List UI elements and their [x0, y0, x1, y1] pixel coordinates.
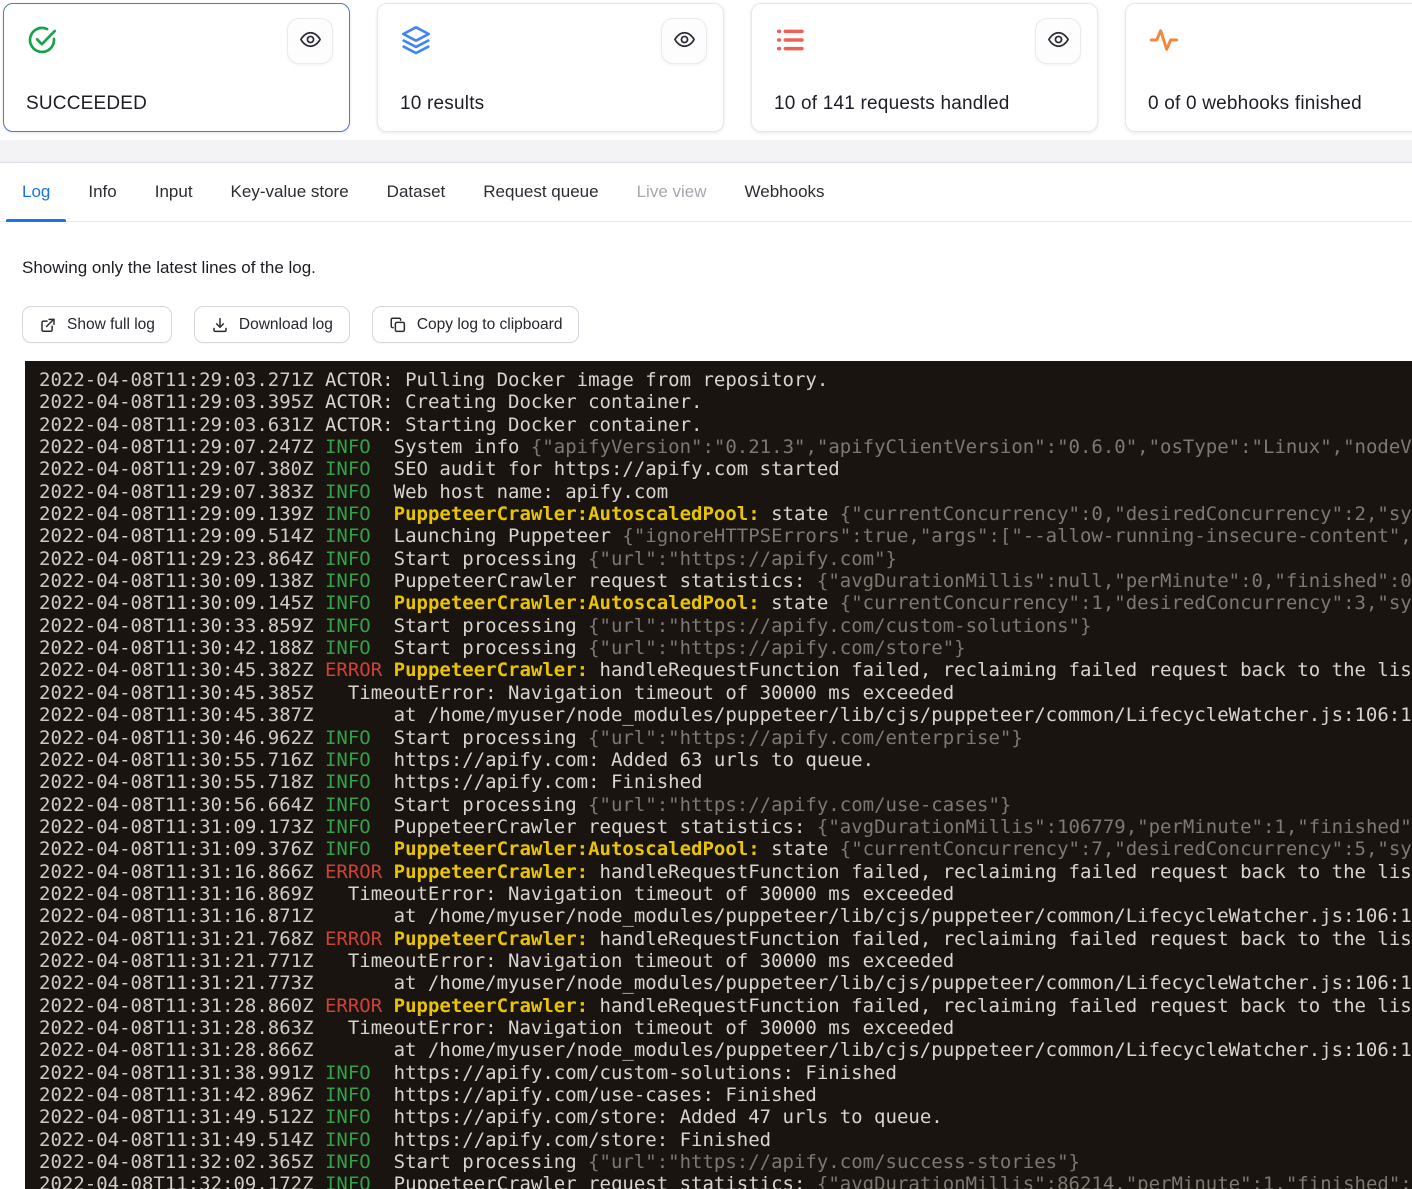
log-line: 2022-04-08T11:29:23.864Z INFO Start proc…: [39, 548, 1412, 570]
activity-icon: [1148, 24, 1180, 56]
tab-bar: LogInfoInputKey-value storeDatasetReques…: [0, 163, 1412, 222]
status-card-webhooks: 0 of 0 webhooks finished: [1125, 3, 1412, 132]
status-cards: SUCCEEDED 10 results 10 of 141 requests ha…: [0, 0, 1412, 140]
log-line: 2022-04-08T11:29:07.380Z INFO SEO audit …: [39, 458, 1412, 480]
log-line: 2022-04-08T11:29:03.395Z ACTOR: Creating…: [39, 391, 1412, 413]
section-divider: [0, 140, 1412, 163]
log-line: 2022-04-08T11:31:21.771Z TimeoutError: N…: [39, 950, 1412, 972]
status-card-requests: 10 of 141 requests handled: [751, 3, 1098, 132]
copy-log-button[interactable]: Copy log to clipboard: [372, 306, 580, 343]
eye-button-requests[interactable]: [1035, 18, 1081, 64]
log-line: 2022-04-08T11:31:09.173Z INFO PuppeteerC…: [39, 816, 1412, 838]
download-log-button[interactable]: Download log: [194, 306, 350, 343]
button-label: Copy log to clipboard: [417, 316, 563, 334]
log-line: 2022-04-08T11:31:16.871Z at /home/myuser…: [39, 905, 1412, 927]
log-output[interactable]: 2022-04-08T11:29:03.271Z ACTOR: Pulling …: [25, 361, 1412, 1189]
download-icon: [211, 316, 229, 334]
status-card-results: 10 results: [377, 3, 724, 132]
tab-input[interactable]: Input: [139, 163, 209, 221]
eye-icon: [1047, 28, 1070, 54]
log-line: 2022-04-08T11:29:03.631Z ACTOR: Starting…: [39, 414, 1412, 436]
layers-icon: [400, 24, 432, 56]
log-line: 2022-04-08T11:30:42.188Z INFO Start proc…: [39, 637, 1412, 659]
log-line: 2022-04-08T11:31:28.860Z ERROR Puppeteer…: [39, 995, 1412, 1017]
eye-icon: [673, 28, 696, 54]
log-line: 2022-04-08T11:32:02.365Z INFO Start proc…: [39, 1151, 1412, 1173]
log-line: 2022-04-08T11:30:55.716Z INFO https://ap…: [39, 749, 1412, 771]
log-line: 2022-04-08T11:29:09.514Z INFO Launching …: [39, 525, 1412, 547]
log-line: 2022-04-08T11:31:38.991Z INFO https://ap…: [39, 1062, 1412, 1084]
log-line: 2022-04-08T11:31:42.896Z INFO https://ap…: [39, 1084, 1412, 1106]
show-full-log-button[interactable]: Show full log: [22, 306, 172, 343]
copy-icon: [389, 316, 407, 334]
log-line: 2022-04-08T11:29:07.247Z INFO System inf…: [39, 436, 1412, 458]
log-line: 2022-04-08T11:31:09.376Z INFO PuppeteerC…: [39, 838, 1412, 860]
log-line: 2022-04-08T11:31:49.514Z INFO https://ap…: [39, 1129, 1412, 1151]
tab-request-queue[interactable]: Request queue: [467, 163, 614, 221]
button-label: Show full log: [67, 316, 155, 334]
check-circle-icon: [26, 24, 58, 56]
log-line: 2022-04-08T11:29:09.139Z INFO PuppeteerC…: [39, 503, 1412, 525]
tab-webhooks[interactable]: Webhooks: [729, 163, 841, 221]
log-toolbar: Show full log Download log Copy log to cli…: [22, 306, 1412, 343]
eye-button-results[interactable]: [661, 18, 707, 64]
tab-dataset[interactable]: Dataset: [371, 163, 462, 221]
log-line: 2022-04-08T11:30:33.859Z INFO Start proc…: [39, 615, 1412, 637]
log-line: 2022-04-08T11:31:28.866Z at /home/myuser…: [39, 1039, 1412, 1061]
log-line: 2022-04-08T11:30:45.385Z TimeoutError: N…: [39, 682, 1412, 704]
card-label-results: 10 results: [400, 93, 707, 115]
log-line: 2022-04-08T11:30:55.718Z INFO https://ap…: [39, 771, 1412, 793]
log-line: 2022-04-08T11:29:03.271Z ACTOR: Pulling …: [39, 369, 1412, 391]
tab-live-view: Live view: [621, 163, 723, 221]
log-line: 2022-04-08T11:29:07.383Z INFO Web host n…: [39, 481, 1412, 503]
log-line: 2022-04-08T11:31:21.768Z ERROR Puppeteer…: [39, 928, 1412, 950]
card-label-webhooks: 0 of 0 webhooks finished: [1148, 93, 1412, 115]
log-notice: Showing only the latest lines of the log…: [22, 258, 1412, 278]
eye-button-run-status[interactable]: [287, 18, 333, 64]
button-label: Download log: [239, 316, 333, 334]
eye-icon: [299, 28, 322, 54]
card-label-requests: 10 of 141 requests handled: [774, 93, 1081, 115]
list-icon: [774, 24, 806, 56]
tab-key-value-store[interactable]: Key-value store: [215, 163, 365, 221]
tab-log[interactable]: Log: [6, 163, 66, 221]
log-line: 2022-04-08T11:31:16.869Z TimeoutError: N…: [39, 883, 1412, 905]
card-label-run-status: SUCCEEDED: [26, 93, 333, 115]
log-line: 2022-04-08T11:31:16.866Z ERROR Puppeteer…: [39, 861, 1412, 883]
external-link-icon: [39, 316, 57, 334]
log-line: 2022-04-08T11:30:46.962Z INFO Start proc…: [39, 727, 1412, 749]
log-line: 2022-04-08T11:30:09.138Z INFO PuppeteerC…: [39, 570, 1412, 592]
log-line: 2022-04-08T11:31:21.773Z at /home/myuser…: [39, 972, 1412, 994]
log-line: 2022-04-08T11:31:49.512Z INFO https://ap…: [39, 1106, 1412, 1128]
log-tab-panel: Showing only the latest lines of the log…: [0, 258, 1412, 1189]
log-line: 2022-04-08T11:30:45.387Z at /home/myuser…: [39, 704, 1412, 726]
log-line: 2022-04-08T11:30:09.145Z INFO PuppeteerC…: [39, 592, 1412, 614]
status-card-run-status: SUCCEEDED: [3, 3, 350, 132]
log-line: 2022-04-08T11:31:28.863Z TimeoutError: N…: [39, 1017, 1412, 1039]
log-line: 2022-04-08T11:32:09.172Z INFO PuppeteerC…: [39, 1173, 1412, 1189]
tab-info[interactable]: Info: [72, 163, 132, 221]
log-line: 2022-04-08T11:30:45.382Z ERROR Puppeteer…: [39, 659, 1412, 681]
log-line: 2022-04-08T11:30:56.664Z INFO Start proc…: [39, 794, 1412, 816]
